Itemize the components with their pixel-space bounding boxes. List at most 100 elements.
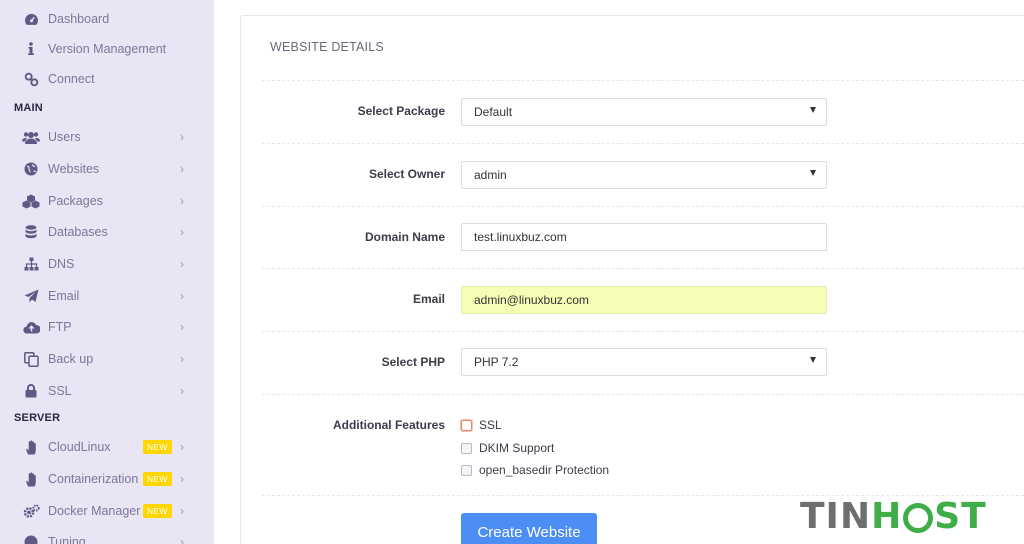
- ssl-checkbox-label: SSL: [479, 418, 502, 432]
- chevron-right-icon: ›: [180, 320, 184, 334]
- domain-name-label: Domain Name: [364, 230, 445, 244]
- domain-name-value: test.linuxbuz.com: [474, 230, 567, 244]
- email-input[interactable]: admin@linuxbuz.com: [461, 286, 827, 314]
- chevron-right-icon: ›: [180, 289, 184, 303]
- email-value: admin@linuxbuz.com: [474, 293, 589, 307]
- select-php-label: Select PHP: [381, 355, 445, 369]
- sidebar-item-label: CloudLinux: [48, 440, 111, 454]
- sidebar-item-label: Websites: [48, 162, 100, 176]
- sidebar-item-label: FTP: [48, 320, 72, 334]
- select-owner-label: Select Owner: [368, 167, 445, 181]
- chevron-right-icon: ›: [180, 472, 184, 486]
- caret-down-icon: [810, 162, 822, 188]
- copy-icon: [22, 350, 40, 368]
- sidebar-item-label: Dashboard: [48, 12, 110, 26]
- dashboard-icon: [22, 10, 40, 28]
- info-icon: [22, 40, 40, 58]
- lock-icon: [22, 382, 40, 400]
- sidebar-item-databases[interactable]: Databases ›: [0, 217, 214, 247]
- section-label-server: SERVER: [14, 412, 61, 424]
- logo-o-ring: [903, 502, 934, 533]
- section-label-main: MAIN: [14, 102, 43, 114]
- chevron-right-icon: ›: [180, 225, 184, 239]
- sidebar-item-dns[interactable]: DNS ›: [0, 249, 214, 279]
- chevron-right-icon: ›: [180, 535, 184, 544]
- sidebar-item-cloudlinux[interactable]: CloudLinux NEW ›: [0, 432, 214, 462]
- chevron-right-icon: ›: [180, 352, 184, 366]
- users-icon: [22, 128, 40, 146]
- select-package-dropdown[interactable]: Default: [461, 98, 827, 126]
- database-icon: [22, 223, 40, 241]
- caret-down-icon: [810, 349, 822, 375]
- chevron-right-icon: ›: [180, 130, 184, 144]
- sidebar-item-users[interactable]: Users ›: [0, 122, 214, 152]
- sidebar-item-label: Version Management: [48, 42, 167, 56]
- checkbox-box[interactable]: [461, 442, 472, 454]
- additional-features-label: Additional Features: [332, 418, 445, 432]
- sidebar-item-ssl[interactable]: SSL ›: [0, 376, 214, 406]
- globe-icon: [22, 160, 40, 178]
- sidebar-item-containerization[interactable]: Containerization NEW ›: [0, 464, 214, 494]
- sidebar-item-label: Packages: [48, 194, 103, 208]
- sidebar-item-label: Users: [48, 130, 81, 144]
- sidebar-item-docker-manager[interactable]: Docker Manager NEW ›: [0, 496, 214, 526]
- sidebar-item-label: Containerization: [48, 472, 139, 486]
- sidebar-item-label: Databases: [48, 225, 108, 239]
- chevron-right-icon: ›: [180, 162, 184, 176]
- hand-icon: [22, 470, 40, 488]
- sidebar-item-back-up[interactable]: Back up ›: [0, 344, 214, 374]
- divider: [262, 80, 1024, 81]
- domain-name-input[interactable]: test.linuxbuz.com: [461, 223, 827, 251]
- cloud-upload-icon: [22, 318, 40, 336]
- chevron-right-icon: ›: [180, 257, 184, 271]
- divider: [262, 143, 1024, 144]
- open-basedir-checkbox-label: open_basedir Protection: [479, 463, 610, 477]
- divider: [262, 394, 1024, 395]
- dkim-support-checkbox[interactable]: DKIM Support: [461, 441, 554, 455]
- chevron-right-icon: ›: [180, 504, 184, 518]
- select-package-label: Select Package: [357, 104, 445, 118]
- checkbox-box[interactable]: [461, 419, 472, 431]
- sitemap-icon: [22, 255, 40, 273]
- caret-down-icon: [810, 99, 822, 125]
- select-package-value: Default: [474, 105, 513, 119]
- packages-icon: [22, 192, 40, 210]
- new-badge: NEW: [143, 440, 172, 454]
- sidebar: Dashboard Version Management Connect MAI…: [0, 0, 214, 544]
- send-icon: [22, 287, 40, 305]
- hand-icon: [22, 438, 40, 456]
- sidebar-item-email[interactable]: Email ›: [0, 281, 214, 311]
- sidebar-item-ftp[interactable]: FTP ›: [0, 312, 214, 342]
- chevron-right-icon: ›: [180, 194, 184, 208]
- sidebar-item-tuning[interactable]: Tuning ›: [0, 527, 214, 544]
- sidebar-item-packages[interactable]: Packages ›: [0, 186, 214, 216]
- website-details-panel: [240, 15, 1024, 544]
- new-badge: NEW: [143, 472, 172, 486]
- sidebar-item-label: Email: [48, 289, 80, 303]
- chevron-right-icon: ›: [180, 440, 184, 454]
- sidebar-item-label: Tuning: [48, 535, 86, 544]
- select-owner-dropdown[interactable]: admin: [461, 161, 827, 189]
- dkim-support-checkbox-label: DKIM Support: [479, 441, 555, 455]
- chevron-right-icon: ›: [180, 384, 184, 398]
- link-icon: [22, 70, 40, 88]
- sidebar-item-websites[interactable]: Websites ›: [0, 154, 214, 184]
- sidebar-item-dashboard[interactable]: Dashboard: [0, 4, 214, 34]
- cogs-icon: [22, 502, 40, 520]
- sidebar-item-label: SSL: [48, 384, 72, 398]
- sidebar-item-connect[interactable]: Connect: [0, 64, 214, 94]
- open-basedir-checkbox[interactable]: open_basedir Protection: [461, 463, 609, 477]
- sidebar-item-label: Back up: [48, 352, 94, 366]
- checkbox-box[interactable]: [461, 464, 472, 476]
- select-php-value: PHP 7.2: [474, 355, 519, 369]
- email-label: Email: [412, 292, 445, 306]
- sidebar-item-label: Connect: [48, 72, 95, 86]
- ssl-checkbox[interactable]: SSL: [461, 418, 502, 432]
- sidebar-item-label: DNS: [48, 257, 75, 271]
- divider: [262, 331, 1024, 332]
- sidebar-item-version-management[interactable]: Version Management: [0, 34, 214, 64]
- sidebar-item-label: Docker Manager: [48, 504, 141, 518]
- select-php-dropdown[interactable]: PHP 7.2: [461, 348, 827, 376]
- create-website-button[interactable]: Create Website: [461, 513, 597, 544]
- select-owner-value: admin: [474, 168, 507, 182]
